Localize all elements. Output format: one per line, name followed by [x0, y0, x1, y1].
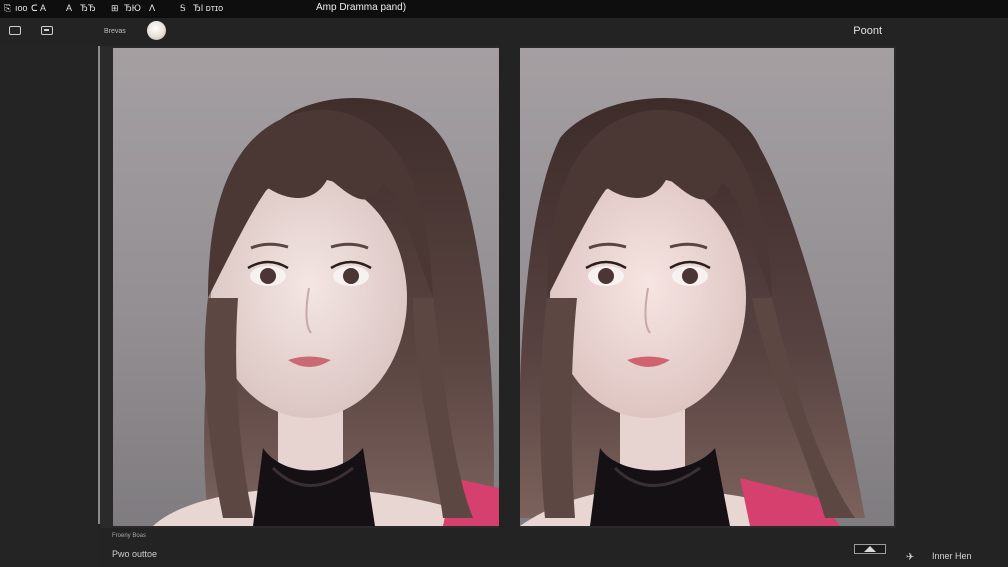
- right-panel-label[interactable]: Inner Hen: [932, 551, 972, 561]
- toolbar: Brevas Poont: [0, 18, 1008, 46]
- photo-editor-window: ⎘ ıoo ᑕ A A ЂЂ ⊞ ЂЮ ᐱ Ꭶ ЂІ ᴅᴛɪᴏ Amp Dram…: [0, 0, 1008, 567]
- portrait-illustration-enhanced: [520, 98, 865, 526]
- bottom-caption: Froeny Boas: [112, 533, 147, 539]
- menu-item-10[interactable]: ЂІ ᴅᴛɪᴏ: [193, 3, 223, 14]
- panel-title: Poont: [853, 25, 882, 37]
- window-icon[interactable]: [9, 26, 21, 35]
- menubar: ⎘ ıoo ᑕ A A ЂЂ ⊞ ЂЮ ᐱ Ꭶ ЂІ ᴅᴛɪᴏ Amp Dram…: [0, 0, 1008, 19]
- zoom-slider-knob[interactable]: [147, 21, 166, 40]
- compare-divider[interactable]: [499, 46, 520, 528]
- plane-icon[interactable]: ✈: [906, 552, 914, 563]
- canvas-area: [100, 46, 993, 567]
- panel-toggle-icon[interactable]: [41, 26, 53, 35]
- menu-item-9[interactable]: Ꭶ: [180, 3, 186, 14]
- menu-item-5[interactable]: ЂЂ: [80, 3, 96, 14]
- bottom-status-bar: Froeny Boas Pwo outtoe: [98, 528, 896, 567]
- menu-item-1[interactable]: ıoo: [15, 3, 28, 14]
- before-image[interactable]: [113, 48, 499, 526]
- zoom-label: Brevas: [104, 28, 126, 35]
- left-panel: [0, 46, 98, 567]
- menu-item-6[interactable]: ⊞: [111, 3, 119, 14]
- menu-item-7[interactable]: ЂЮ: [124, 3, 141, 14]
- menu-item-4[interactable]: A: [66, 3, 72, 14]
- menu-item-2[interactable]: ᑕ: [31, 3, 38, 14]
- menu-item-8[interactable]: ᐱ: [149, 3, 155, 14]
- bottom-label: Pwo outtoe: [112, 549, 158, 559]
- after-image[interactable]: [520, 48, 894, 526]
- expand-toggle-icon[interactable]: [854, 544, 886, 554]
- portrait-illustration: [153, 98, 499, 526]
- menu-item-3[interactable]: A: [40, 3, 46, 14]
- menu-item-0[interactable]: ⎘: [4, 3, 11, 14]
- right-panel: ✈ Inner Hen: [896, 46, 1008, 567]
- window-title: Amp Dramma pand): [316, 2, 407, 13]
